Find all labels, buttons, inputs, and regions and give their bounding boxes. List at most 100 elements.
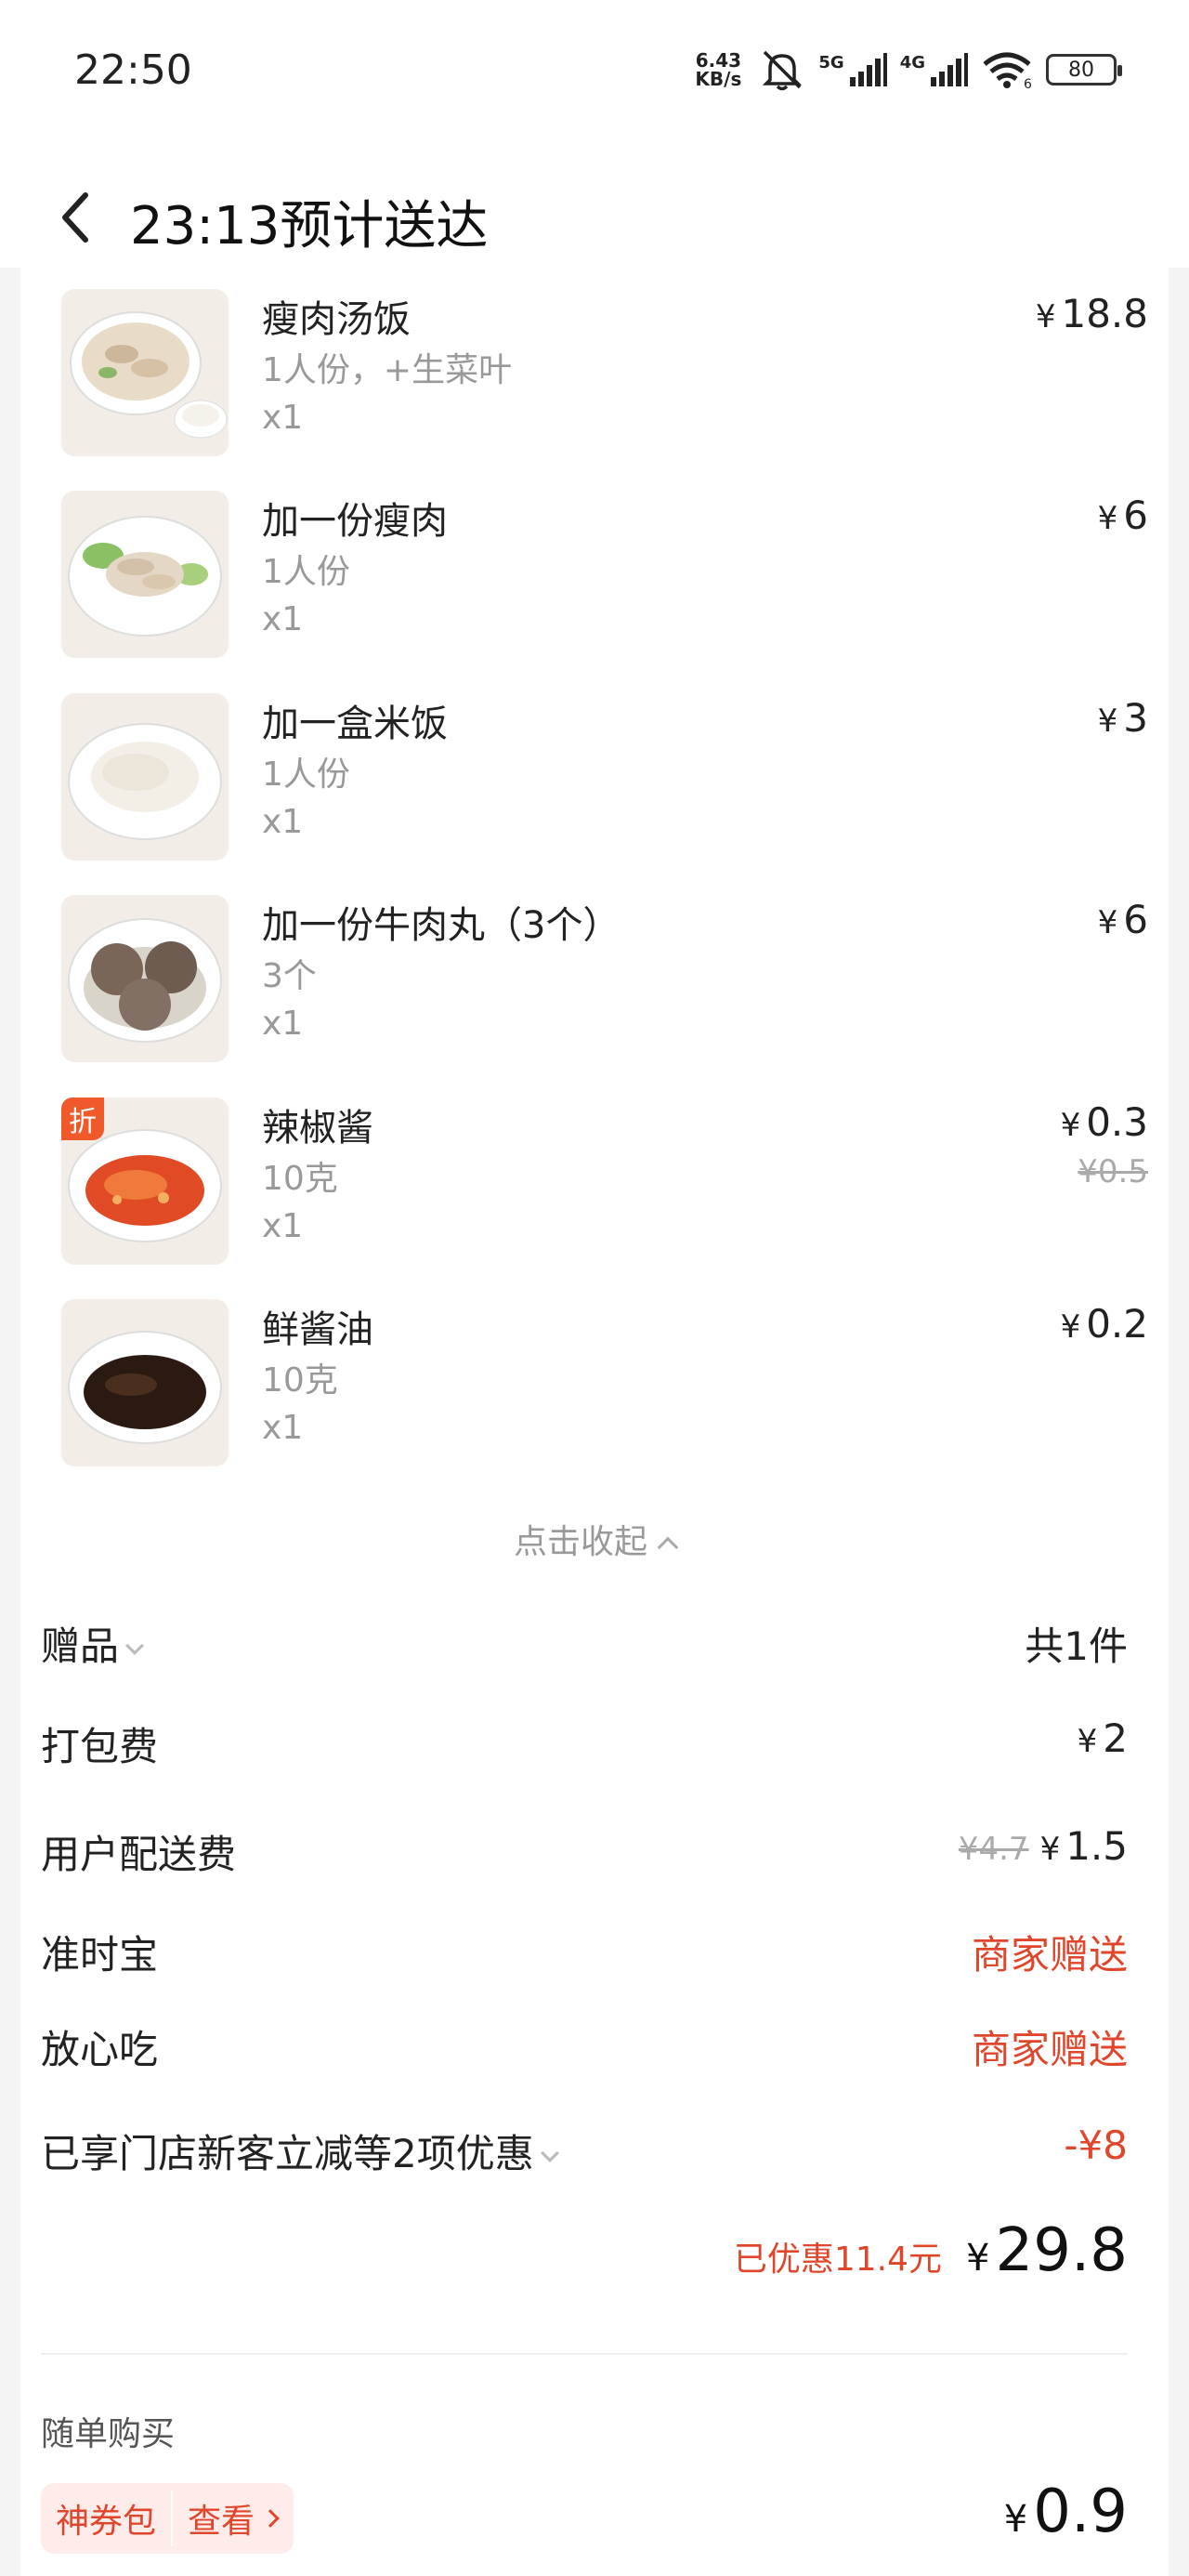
battery-level: 80	[1068, 58, 1094, 82]
item-name: 加一份瘦肉	[262, 500, 448, 543]
item-price: ¥3	[1098, 695, 1148, 741]
coupon-pack-label: 神券包	[56, 2503, 157, 2541]
list-item[interactable]: 折 辣椒酱 10克 x1 ¥0.3 ¥0.5	[61, 1097, 1148, 1274]
ontime-row: 准时宝 商家赠送	[41, 1924, 1128, 1989]
list-item[interactable]: 加一盒米饭 1人份 x1 ¥3	[61, 693, 1148, 870]
item-price-value: 0.3	[1086, 1099, 1148, 1145]
safe-eat-value: 商家赠送	[971, 2027, 1128, 2072]
coupon-pack-button[interactable]: 神券包 查看	[41, 2483, 294, 2554]
item-spec: 10克	[262, 1361, 338, 1400]
discount-label: 已享门店新客立减等2项优惠	[41, 2123, 559, 2179]
item-name: 加一盒米饭	[262, 703, 448, 745]
currency-symbol: ¥	[1039, 1831, 1061, 1868]
collapse-button[interactable]: 点击收起	[20, 1515, 1169, 1563]
gift-label: 赠品	[41, 1615, 144, 1672]
item-spec: 1人份	[262, 756, 350, 794]
list-item[interactable]: 加一份牛肉丸（3个） 3个 x1 ¥6	[61, 895, 1148, 1071]
addon-price-value: 0.9	[1033, 2477, 1128, 2546]
currency-symbol: ¥	[1035, 298, 1056, 335]
delivery-fee-value: ¥4.7 ¥1.5	[959, 1823, 1128, 1869]
total-row: 已优惠11.4元 ¥29.8	[41, 2216, 1128, 2300]
gift-label-text: 赠品	[41, 1623, 120, 1669]
item-spec: 1人份，+生菜叶	[262, 351, 513, 389]
signal-icon	[849, 53, 887, 86]
item-quantity: x1	[262, 399, 304, 437]
item-price-value: 0.2	[1086, 1301, 1148, 1347]
safe-eat-label: 放心吃	[41, 2027, 159, 2072]
item-image	[61, 1299, 229, 1466]
item-spec: 10克	[262, 1160, 338, 1198]
addon-price: ¥0.9	[1004, 2477, 1128, 2546]
battery-icon: 80	[1046, 54, 1122, 85]
collapse-label: 点击收起	[513, 1523, 647, 1561]
item-image	[61, 289, 229, 456]
item-quantity: x1	[262, 600, 304, 638]
item-price: ¥6	[1098, 493, 1148, 538]
gift-row[interactable]: 赠品 共1件	[41, 1615, 1128, 1680]
saved-amount: 已优惠11.4元	[733, 2241, 943, 2279]
item-image	[61, 895, 229, 1062]
item-original-price: ¥0.5	[1078, 1153, 1148, 1190]
status-bar: 22:50 6.43 KB/s 5G 4G 6 80	[0, 0, 1189, 139]
packing-fee-amount: 2	[1103, 1715, 1128, 1761]
ontime-value: 商家赠送	[971, 1932, 1128, 1978]
signal-1-label: 5G	[818, 52, 844, 72]
list-item[interactable]: 鲜酱油 10克 x1 ¥0.2	[61, 1299, 1148, 1476]
item-quantity: x1	[262, 1409, 304, 1447]
page-title: 23:13预计送达	[130, 196, 489, 256]
network-speed: 6.43 KB/s	[690, 51, 746, 88]
discount-label-text: 已享门店新客立减等2项优惠	[41, 2131, 534, 2176]
status-time: 22:50	[74, 46, 192, 94]
network-speed-unit: KB/s	[695, 68, 742, 90]
addon-section-title: 随单购买	[41, 2415, 176, 2453]
list-item[interactable]: 加一份瘦肉 1人份 x1 ¥6	[61, 491, 1148, 667]
divider	[41, 2353, 1128, 2355]
item-price-value: 6	[1123, 493, 1148, 538]
item-price: ¥0.3	[1061, 1099, 1148, 1145]
item-name: 瘦肉汤饭	[262, 298, 411, 341]
item-name: 辣椒酱	[262, 1107, 373, 1150]
item-price-value: 18.8	[1061, 291, 1148, 336]
item-price-value: 3	[1123, 695, 1148, 741]
signal-2-label: 4G	[899, 52, 925, 72]
gift-value: 共1件	[1025, 1623, 1128, 1669]
network-speed-value: 6.43	[695, 49, 742, 72]
item-name: 鲜酱油	[262, 1308, 373, 1351]
signal-icon	[931, 53, 968, 86]
discount-tag: 折	[61, 1097, 104, 1140]
delivery-original-price: ¥4.7	[958, 1831, 1029, 1868]
back-arrow-icon[interactable]	[58, 190, 95, 245]
total-amount: 29.8	[995, 2216, 1129, 2285]
view-label: 查看	[188, 2503, 255, 2541]
currency-symbol: ¥	[966, 2237, 990, 2280]
chevron-down-icon	[540, 2144, 559, 2162]
currency-symbol: ¥	[1077, 1723, 1098, 1760]
item-price: ¥18.8	[1036, 291, 1148, 336]
currency-symbol: ¥	[1097, 703, 1118, 740]
item-spec: 3个	[262, 957, 317, 995]
wifi-label: 6	[1024, 77, 1032, 88]
item-quantity: x1	[262, 803, 304, 841]
status-icons: 6.43 KB/s 5G 4G 6 80	[690, 48, 1122, 91]
currency-symbol: ¥	[1097, 904, 1118, 941]
item-quantity: x1	[262, 1005, 304, 1043]
currency-symbol: ¥	[1097, 500, 1118, 537]
currency-symbol: ¥	[1003, 2498, 1028, 2541]
item-name: 加一份牛肉丸（3个）	[262, 904, 621, 947]
packing-fee-value: ¥2	[1078, 1715, 1128, 1761]
discount-value: -¥8	[1064, 2123, 1128, 2168]
safe-eat-row: 放心吃 商家赠送	[41, 2018, 1128, 2083]
delivery-fee-row: 用户配送费 ¥4.7 ¥1.5	[41, 1823, 1128, 1888]
mute-bell-icon	[763, 50, 803, 91]
delivery-fee-amount: 1.5	[1065, 1823, 1128, 1869]
item-price: ¥6	[1098, 897, 1148, 942]
item-spec: 1人份	[262, 553, 350, 591]
item-image	[61, 491, 229, 658]
nav-bar: 23:13预计送达	[0, 139, 1189, 269]
wifi-icon: 6	[983, 52, 1032, 88]
chevron-up-icon	[657, 1536, 679, 1558]
list-item[interactable]: 瘦肉汤饭 1人份，+生菜叶 x1 ¥18.8	[61, 289, 1148, 466]
discount-row[interactable]: 已享门店新客立减等2项优惠 -¥8	[41, 2123, 1128, 2188]
item-quantity: x1	[262, 1207, 304, 1245]
packing-fee-label: 打包费	[41, 1724, 159, 1769]
